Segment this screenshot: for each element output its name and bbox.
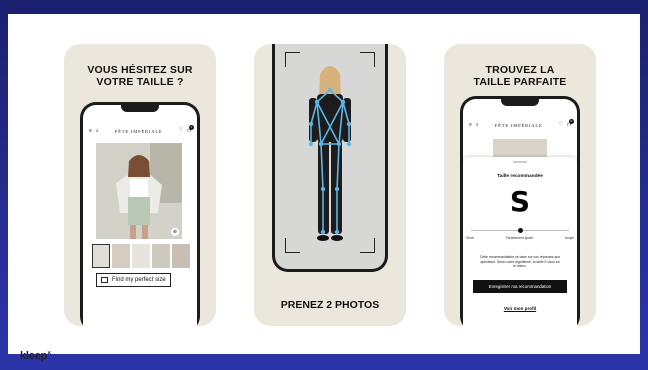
fit-scale [471, 228, 569, 233]
thumbnail[interactable] [132, 244, 150, 268]
body-scan-figure [308, 66, 352, 241]
thumbnail-strip [92, 244, 190, 268]
product-photo[interactable]: ⊕ [96, 143, 182, 239]
thumbnail[interactable] [112, 244, 130, 268]
cart-button[interactable]: ⊓ 0 [567, 119, 574, 128]
menu-icon[interactable]: ≡ [469, 122, 472, 128]
phone-mockup: ≡ ⌕ FÊTE IMPÉRIALE ♡ ⊓ 0 Taille recomman… [460, 96, 580, 326]
phone-screen: ≡ ⌕ FÊTE IMPÉRIALE ♡ ⊓ 0 Taille recomman… [463, 99, 577, 326]
model-illustration [96, 143, 182, 239]
search-icon[interactable]: ⌕ [476, 122, 479, 128]
phone-notch [121, 105, 159, 112]
phone-notch [501, 99, 539, 106]
cart-count-badge: 0 [568, 119, 574, 124]
logo-mark-icon: ✕ [47, 350, 52, 357]
panel3-headline: TROUVEZ LA TAILLE PARFAITE [473, 64, 567, 88]
kleep-logo: kleep✕ [20, 350, 52, 362]
heart-icon[interactable]: ♡ [559, 122, 563, 128]
camera-screen [275, 44, 385, 269]
panel2-caption: PRENEZ 2 PHOTOS [280, 299, 380, 311]
save-recommendation-button[interactable]: Enregistrer ma recommandation [473, 280, 567, 293]
recommended-size-label: Taille recommandée [497, 174, 543, 179]
shop-navbar: ≡ ⌕ FÊTE IMPÉRIALE ♡ ⊓ 0 [463, 119, 577, 131]
phone-mockup: ≡ ⌕ FÊTE IMPÉRIALE ♡ ⊓ 0 ⊕ Find my perfe… [80, 102, 200, 326]
fit-label-perfect: Parfaitement ajusté [505, 236, 534, 240]
brand-logo[interactable]: FÊTE IMPÉRIALE [495, 123, 543, 128]
search-icon[interactable]: ⌕ [96, 128, 99, 134]
heart-icon[interactable]: ♡ [179, 128, 183, 134]
panel-size-hesitation: VOUS HÉSITEZ SUR VOTRE TAILLE ? ≡ ⌕ FÊTE… [64, 44, 216, 326]
zoom-icon[interactable]: ⊕ [171, 228, 179, 236]
fit-label-loose: Ample [564, 236, 574, 240]
phone-mockup [272, 44, 388, 272]
fit-scale-labels: Serré Parfaitement ajusté Ample [466, 236, 574, 240]
fit-label-tight: Serré [466, 236, 474, 240]
shop-navbar: ≡ ⌕ FÊTE IMPÉRIALE ♡ ⊓ 0 [83, 125, 197, 137]
recommended-size-value: S [509, 185, 531, 218]
size-recommendation-sheet: Taille recommandée S Serré Parfaitement … [463, 157, 577, 326]
background-product-photo [493, 139, 547, 159]
thumbnail[interactable] [172, 244, 190, 268]
recommendation-explanation: Cette recommandation se base sur vos rép… [479, 255, 561, 269]
fit-scale-marker [517, 228, 523, 233]
cart-count-badge: 0 [188, 125, 194, 130]
find-my-size-button[interactable]: Find my perfect size [96, 273, 171, 287]
panel-take-photos: PRENEZ 2 PHOTOS [254, 44, 406, 326]
panel1-headline: VOUS HÉSITEZ SUR VOTRE TAILLE ? [87, 64, 193, 88]
brand-logo[interactable]: FÊTE IMPÉRIALE [115, 129, 163, 134]
sheet-grabber[interactable] [513, 161, 527, 163]
panel-perfect-size: TROUVEZ LA TAILLE PARFAITE ≡ ⌕ FÊTE IMPÉ… [444, 44, 596, 326]
cart-button[interactable]: ⊓ 0 [187, 125, 194, 134]
ruler-icon [101, 277, 108, 283]
menu-icon[interactable]: ≡ [89, 128, 92, 134]
thumbnail[interactable] [92, 244, 110, 268]
phone-screen: ≡ ⌕ FÊTE IMPÉRIALE ♡ ⊓ 0 ⊕ Find my perfe… [83, 105, 197, 326]
view-profile-link[interactable]: Voir mon profil [463, 306, 577, 311]
thumbnail[interactable] [152, 244, 170, 268]
